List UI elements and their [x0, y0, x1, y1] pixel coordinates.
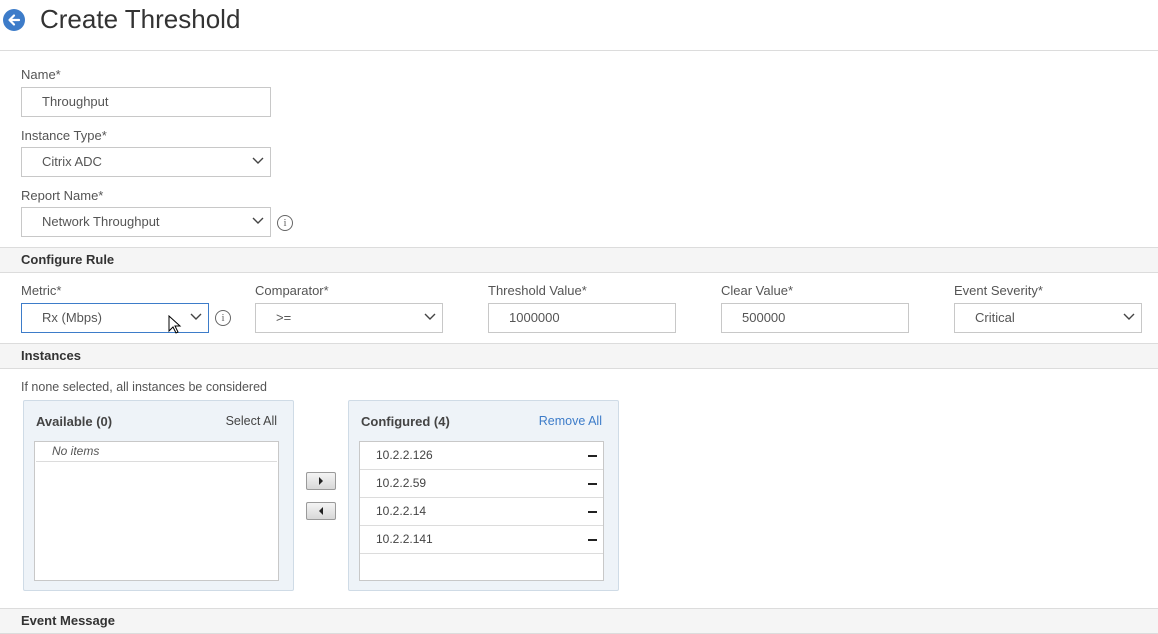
event-message-title: Event Message [21, 613, 115, 628]
event-severity-label: Event Severity* [954, 283, 1043, 298]
configured-item-ip: 10.2.2.126 [376, 448, 433, 462]
back-button[interactable] [3, 9, 25, 31]
comparator-select[interactable]: >= [255, 303, 443, 333]
chevron-down-icon [1123, 313, 1135, 320]
remove-item-icon[interactable] [588, 455, 597, 457]
configured-list-item[interactable]: 10.2.2.59 [360, 470, 603, 498]
metric-label: Metric* [21, 283, 62, 298]
instances-hint: If none selected, all instances be consi… [21, 380, 267, 394]
configured-item-ip: 10.2.2.14 [376, 504, 427, 518]
metric-value: Rx (Mbps) [42, 310, 102, 325]
report-name-info-icon[interactable]: i [277, 215, 293, 231]
comparator-label: Comparator* [255, 283, 329, 298]
threshold-value-input[interactable]: 1000000 [488, 303, 676, 333]
instances-title: Instances [21, 348, 81, 363]
no-items-text: No items [36, 442, 277, 462]
report-name-select[interactable]: Network Throughput [21, 207, 271, 237]
chevron-down-icon [252, 217, 264, 224]
configured-list-item[interactable]: 10.2.2.14 [360, 498, 603, 526]
instance-type-value: Citrix ADC [42, 154, 102, 169]
remove-all-link[interactable]: Remove All [539, 414, 602, 428]
remove-item-icon[interactable] [588, 483, 597, 485]
metric-info-icon[interactable]: i [215, 310, 231, 326]
configure-rule-section-header: Configure Rule [0, 247, 1158, 273]
header-divider [0, 50, 1158, 51]
configure-rule-title: Configure Rule [21, 252, 115, 267]
available-list: No items [34, 441, 279, 581]
configured-panel: Configured (4) Remove All 10.2.2.126 10.… [348, 400, 619, 591]
report-name-value: Network Throughput [42, 214, 160, 229]
event-message-section-header: Event Message [0, 608, 1158, 634]
event-severity-value: Critical [975, 310, 1015, 325]
caret-left-icon [319, 507, 323, 515]
report-name-label: Report Name* [21, 188, 104, 203]
comparator-value: >= [276, 310, 292, 325]
available-panel: Available (0) Select All No items [23, 400, 294, 591]
chevron-down-icon [190, 313, 202, 320]
configured-list-item[interactable]: 10.2.2.126 [360, 442, 603, 470]
page-title: Create Threshold [40, 4, 241, 34]
instances-section-header: Instances [0, 343, 1158, 369]
instance-type-label: Instance Type* [21, 128, 107, 143]
name-label: Name* [21, 67, 61, 82]
clear-value-input[interactable]: 500000 [721, 303, 909, 333]
caret-right-icon [319, 477, 323, 485]
mouse-cursor-icon [168, 315, 182, 334]
move-left-button[interactable] [306, 502, 336, 520]
event-severity-select[interactable]: Critical [954, 303, 1142, 333]
available-title: Available (0) [36, 414, 113, 429]
chevron-down-icon [424, 313, 436, 320]
chevron-down-icon [252, 157, 264, 164]
move-right-button[interactable] [306, 472, 336, 490]
configured-item-ip: 10.2.2.141 [376, 532, 433, 546]
select-all-link[interactable]: Select All [226, 414, 277, 428]
arrow-left-icon [8, 14, 21, 26]
clear-value-label: Clear Value* [721, 283, 794, 298]
configured-item-ip: 10.2.2.59 [376, 476, 427, 490]
configured-list-item[interactable]: 10.2.2.141 [360, 526, 603, 554]
instance-type-select[interactable]: Citrix ADC [21, 147, 271, 177]
threshold-value-label: Threshold Value* [488, 283, 587, 298]
remove-item-icon[interactable] [588, 511, 597, 513]
name-input[interactable]: Throughput [21, 87, 271, 117]
configured-title: Configured (4) [361, 414, 450, 429]
remove-item-icon[interactable] [588, 539, 597, 541]
configured-list: 10.2.2.126 10.2.2.59 10.2.2.14 10.2.2.14… [359, 441, 604, 581]
